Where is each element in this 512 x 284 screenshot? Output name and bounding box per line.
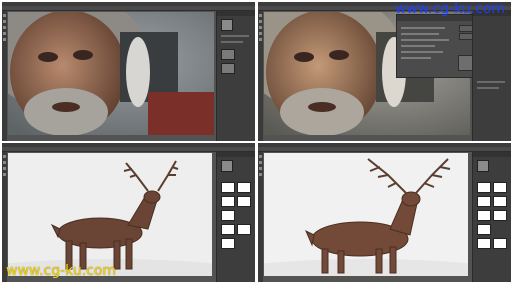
layer-thumbnail[interactable] xyxy=(221,63,235,74)
layer-thumbnail[interactable] xyxy=(221,182,235,193)
eraser-tool-icon[interactable] xyxy=(3,38,6,41)
brush-tool-icon[interactable] xyxy=(259,173,262,176)
panels-dock[interactable] xyxy=(216,152,255,282)
dialog-option-row[interactable] xyxy=(401,45,435,47)
layer-thumbnail[interactable] xyxy=(221,196,235,207)
layer-mask-thumbnail[interactable] xyxy=(493,238,507,249)
layer-row[interactable] xyxy=(477,87,499,89)
marquee-tool-icon[interactable] xyxy=(259,161,262,164)
layer-thumbnail[interactable] xyxy=(477,210,491,221)
dialog-option-row[interactable] xyxy=(401,33,439,35)
layer-row[interactable] xyxy=(221,41,243,43)
marquee-tool-icon[interactable] xyxy=(259,20,262,23)
move-tool-icon[interactable] xyxy=(259,14,262,17)
photoshop-window-portrait-after: www.cg-ku.com xyxy=(258,2,511,141)
deer-image xyxy=(264,153,468,276)
lasso-tool-icon[interactable] xyxy=(3,167,6,170)
tools-panel[interactable] xyxy=(258,152,263,282)
adjustment-dialog[interactable] xyxy=(396,14,482,78)
layer-row[interactable] xyxy=(477,81,505,83)
document-canvas[interactable] xyxy=(8,12,214,135)
layer-mask-thumbnail[interactable] xyxy=(493,210,507,221)
layer-thumbnail[interactable] xyxy=(221,238,235,249)
layer-thumbnail[interactable] xyxy=(477,224,491,235)
brush-tool-icon[interactable] xyxy=(3,173,6,176)
tools-panel[interactable] xyxy=(2,11,7,141)
brush-tool-icon[interactable] xyxy=(259,32,262,35)
lasso-tool-icon[interactable] xyxy=(3,26,6,29)
move-tool-icon[interactable] xyxy=(3,155,6,158)
panels-dock[interactable] xyxy=(472,11,511,141)
panel-tabs[interactable] xyxy=(217,152,255,157)
layer-thumbnail[interactable] xyxy=(221,49,235,60)
panel-tabs[interactable] xyxy=(473,152,511,157)
layer-mask-thumbnail[interactable] xyxy=(237,224,251,235)
layer-mask-thumbnail[interactable] xyxy=(237,196,251,207)
layer-mask-thumbnail[interactable] xyxy=(237,182,251,193)
dialog-option-row[interactable] xyxy=(401,27,445,29)
layer-thumbnail[interactable] xyxy=(477,182,491,193)
layer-thumbnail[interactable] xyxy=(477,238,491,249)
panel-tabs[interactable] xyxy=(217,11,255,16)
layer-thumbnail[interactable] xyxy=(221,210,235,221)
marquee-tool-icon[interactable] xyxy=(3,161,6,164)
lasso-tool-icon[interactable] xyxy=(259,167,262,170)
layer-row[interactable] xyxy=(221,35,249,37)
marquee-tool-icon[interactable] xyxy=(3,20,6,23)
layer-thumbnail[interactable] xyxy=(477,196,491,207)
color-swatch[interactable] xyxy=(477,160,489,172)
layer-mask-thumbnail[interactable] xyxy=(493,182,507,193)
watermark-text: www.cg-ku.com xyxy=(6,263,117,279)
panels-dock[interactable] xyxy=(216,11,255,141)
panels-dock[interactable] xyxy=(472,152,511,282)
deer-image xyxy=(8,153,212,276)
lasso-tool-icon[interactable] xyxy=(259,26,262,29)
photoshop-window-portrait-before xyxy=(2,2,255,141)
dialog-option-row[interactable] xyxy=(401,51,443,53)
portrait-image xyxy=(8,12,214,135)
watermark-text: www.cg-ku.com xyxy=(394,2,505,17)
color-swatch[interactable] xyxy=(221,19,233,31)
brush-tool-icon[interactable] xyxy=(3,32,6,35)
tools-panel[interactable] xyxy=(258,11,263,141)
move-tool-icon[interactable] xyxy=(259,155,262,158)
layer-mask-thumbnail[interactable] xyxy=(493,196,507,207)
color-swatch[interactable] xyxy=(221,160,233,172)
move-tool-icon[interactable] xyxy=(3,14,6,17)
photoshop-window-deer-after xyxy=(258,143,511,282)
dialog-option-row[interactable] xyxy=(401,57,431,59)
document-canvas[interactable] xyxy=(264,153,468,276)
layer-thumbnail[interactable] xyxy=(221,224,235,235)
dialog-option-row[interactable] xyxy=(401,39,449,41)
document-canvas[interactable] xyxy=(8,153,212,276)
photoshop-window-deer-before: www.cg-ku.com xyxy=(2,143,255,282)
eraser-tool-icon[interactable] xyxy=(259,38,262,41)
